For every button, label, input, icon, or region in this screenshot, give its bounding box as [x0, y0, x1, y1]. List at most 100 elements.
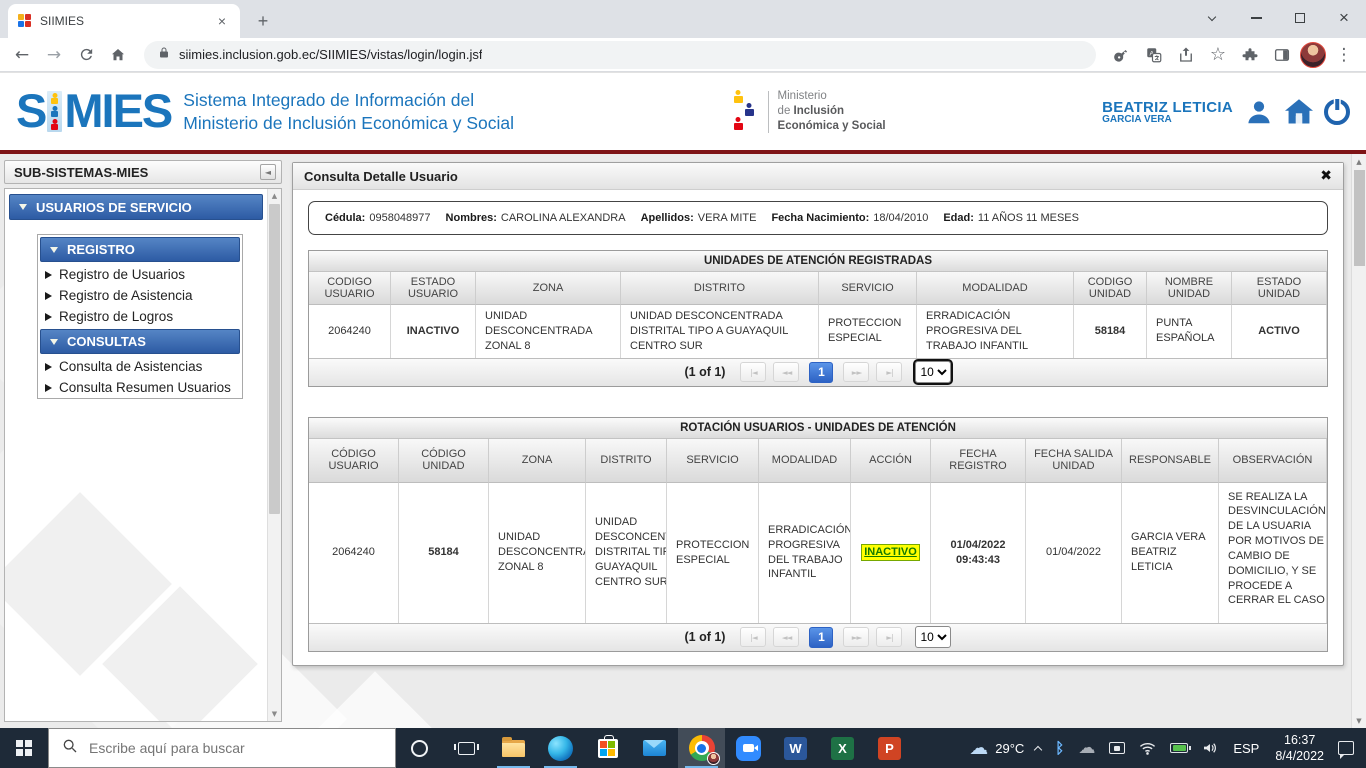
page-next-button[interactable]: ►►: [843, 362, 869, 382]
password-key-icon[interactable]: [1108, 41, 1136, 69]
cell-servicio: PROTECCION ESPECIAL: [667, 483, 759, 623]
ministry-line2: de Inclusión: [778, 104, 886, 119]
page-size-select[interactable]: 10: [915, 626, 951, 648]
window-minimize-button[interactable]: [1234, 0, 1278, 36]
page-prev-button[interactable]: ◄◄: [773, 627, 799, 647]
sidebar-scrollbar-thumb[interactable]: [269, 204, 280, 514]
powerpoint-icon: P: [878, 737, 901, 760]
sidebar-item-consulta-resumen-usuarios[interactable]: Consulta Resumen Usuarios: [38, 377, 242, 398]
tray-chevron-up-icon[interactable]: [1028, 743, 1048, 753]
tab-close-icon[interactable]: ×: [214, 13, 230, 29]
page-next-button[interactable]: ►►: [843, 627, 869, 647]
table-paginator: (1 of 1) |◄ ◄◄ 1 ►► ►| 10: [309, 358, 1327, 386]
user-profile-icon[interactable]: [1244, 97, 1274, 127]
windows-taskbar: W X P ☁ 29°C ᛒ ☁ ESP 16:37 8/4/2022: [0, 728, 1366, 768]
column-header: MODALIDAD: [759, 439, 851, 483]
page-current-button[interactable]: 1: [809, 362, 833, 383]
task-view-button[interactable]: [443, 728, 490, 768]
scroll-down-icon[interactable]: ▼: [268, 707, 281, 721]
page-last-button[interactable]: ►|: [876, 362, 902, 382]
cell-codigo-usuario: 2064240: [309, 483, 399, 623]
taskbar-search-box[interactable]: [48, 728, 396, 768]
scroll-up-icon[interactable]: ▲: [1352, 154, 1366, 169]
cell-accion: INACTIVO: [851, 483, 931, 623]
page-prev-button[interactable]: ◄◄: [773, 362, 799, 382]
window-close-button[interactable]: ×: [1322, 0, 1366, 36]
page-last-button[interactable]: ►|: [876, 627, 902, 647]
page-current-button[interactable]: 1: [809, 627, 833, 648]
temperature-label[interactable]: 29°C: [995, 741, 1028, 756]
volume-icon[interactable]: [1195, 741, 1225, 755]
powerpoint-button[interactable]: P: [866, 728, 913, 768]
taskbar-clock[interactable]: 16:37 8/4/2022: [1267, 732, 1332, 765]
sidebar-item-consulta-de-asistencias[interactable]: Consulta de Asistencias: [38, 356, 242, 377]
profile-avatar[interactable]: [1300, 42, 1326, 68]
meet-now-icon[interactable]: [1102, 742, 1132, 754]
back-icon[interactable]: ←: [8, 41, 36, 69]
sidebar-item-usuarios-de-servicio[interactable]: USUARIOS DE SERVICIO: [9, 194, 263, 220]
scroll-up-icon[interactable]: ▲: [268, 189, 281, 203]
browser-tab-siimies[interactable]: SIIMIES ×: [8, 4, 240, 38]
page-first-button[interactable]: |◄: [740, 362, 766, 382]
reload-icon[interactable]: [72, 41, 100, 69]
action-center-icon[interactable]: [1338, 741, 1354, 755]
wifi-icon[interactable]: [1132, 742, 1163, 755]
panel-close-icon[interactable]: ✖: [1320, 168, 1332, 184]
excel-icon: X: [831, 737, 854, 760]
column-header: ZONA: [489, 439, 586, 483]
zoom-button[interactable]: [725, 728, 772, 768]
microsoft-store-button[interactable]: [584, 728, 631, 768]
edge-button[interactable]: [537, 728, 584, 768]
menu-item-label: Registro de Logros: [59, 309, 173, 324]
window-maximize-button[interactable]: [1278, 0, 1322, 36]
tab-search-chevron-icon[interactable]: [1190, 0, 1234, 36]
new-tab-button[interactable]: +: [250, 8, 276, 34]
panel-title: Consulta Detalle Usuario: [304, 169, 458, 184]
search-input[interactable]: [89, 740, 382, 756]
logout-power-icon[interactable]: [1324, 99, 1350, 125]
sidebar-scrollbar[interactable]: ▲ ▼: [267, 189, 281, 721]
chrome-profile-avatar: [707, 752, 720, 765]
weather-cloud-icon[interactable]: ☁: [962, 737, 995, 759]
panel-header: Consulta Detalle Usuario ✖: [293, 163, 1343, 190]
home-button-icon[interactable]: [1283, 98, 1315, 126]
translate-icon[interactable]: A: [1140, 41, 1168, 69]
cell-observacion: SE REALIZA LA DESVINCULACIÓN DE LA USUAR…: [1219, 483, 1327, 623]
share-icon[interactable]: [1172, 41, 1200, 69]
battery-icon[interactable]: [1163, 743, 1195, 753]
language-indicator[interactable]: ESP: [1225, 741, 1267, 756]
sidebar-group-registro[interactable]: REGISTRO: [40, 237, 240, 262]
mail-button[interactable]: [631, 728, 678, 768]
app-title: Sistema Integrado de Información del Min…: [183, 89, 514, 135]
page-scrollbar-thumb[interactable]: [1354, 170, 1365, 266]
address-bar[interactable]: siimies.inclusion.gob.ec/SIIMIES/vistas/…: [144, 41, 1096, 69]
chrome-button[interactable]: [678, 728, 725, 768]
page-scrollbar[interactable]: ▲ ▼: [1351, 154, 1366, 728]
scroll-down-icon[interactable]: ▼: [1352, 713, 1366, 728]
home-icon[interactable]: [104, 41, 132, 69]
onedrive-icon[interactable]: ☁: [1071, 738, 1102, 758]
bluetooth-icon[interactable]: ᛒ: [1048, 739, 1071, 757]
page-size-select[interactable]: 10: [915, 361, 951, 383]
sidebar-item-registro-de-usuarios[interactable]: Registro de Usuarios: [38, 264, 242, 285]
bookmark-star-icon[interactable]: ☆: [1204, 41, 1232, 69]
file-explorer-button[interactable]: [490, 728, 537, 768]
accion-inactivo-link[interactable]: INACTIVO: [861, 544, 920, 561]
sidebar-item-registro-de-asistencia[interactable]: Registro de Asistencia: [38, 285, 242, 306]
browser-menu-dots-icon[interactable]: ⋮: [1330, 41, 1358, 69]
start-button[interactable]: [0, 728, 48, 768]
forward-icon[interactable]: →: [40, 41, 68, 69]
cortana-button[interactable]: [396, 728, 443, 768]
page-first-button[interactable]: |◄: [740, 627, 766, 647]
sidebar-group-consultas[interactable]: CONSULTAS: [40, 329, 240, 354]
word-button[interactable]: W: [772, 728, 819, 768]
cell-modalidad: ERRADICACIÓN PROGRESIVA DEL TRABAJO INFA…: [759, 483, 851, 623]
column-header: CÓDIGO USUARIO: [309, 439, 399, 483]
sidebar-collapse-button[interactable]: ◄: [260, 164, 276, 180]
side-panel-icon[interactable]: [1268, 41, 1296, 69]
table-header-row: CODIGO USUARIO ESTADO USUARIO ZONA DISTR…: [309, 272, 1327, 305]
clock-date: 8/4/2022: [1275, 748, 1324, 764]
extensions-puzzle-icon[interactable]: [1236, 41, 1264, 69]
sidebar-item-registro-de-logros[interactable]: Registro de Logros: [38, 306, 242, 327]
excel-button[interactable]: X: [819, 728, 866, 768]
